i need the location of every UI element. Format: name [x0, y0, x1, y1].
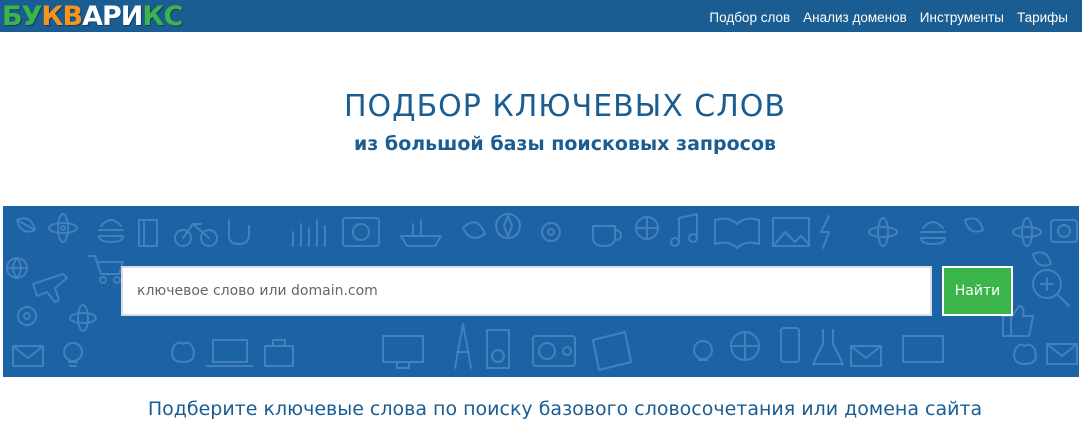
nav-link-domain-analysis[interactable]: Анализ доменов — [803, 10, 907, 25]
globe-icon — [6, 257, 28, 279]
logo-letter: Р — [102, 1, 122, 32]
search-band: Найти — [3, 206, 1079, 377]
chart-icon — [292, 219, 326, 247]
search-button[interactable]: Найти — [942, 266, 1013, 316]
picture-icon — [772, 217, 810, 247]
magnifier-icon — [1032, 269, 1070, 307]
logo[interactable]: БУКВАРИКС — [2, 0, 183, 34]
leaf-icon — [462, 221, 486, 239]
tower-icon — [454, 323, 472, 369]
atom-icon — [69, 304, 97, 332]
leaf-icon — [1032, 251, 1052, 267]
bulb-icon — [693, 340, 713, 361]
airplane-icon — [32, 273, 68, 303]
monitor-icon — [382, 335, 424, 369]
logo-letter: И — [120, 1, 144, 32]
burger-icon — [98, 219, 124, 243]
leaf-icon — [16, 217, 36, 233]
basketball-icon — [635, 216, 659, 240]
book-icon — [714, 217, 760, 249]
logo-letter: К — [142, 1, 164, 32]
ship-icon — [400, 219, 442, 247]
logo-letter: А — [82, 1, 103, 32]
top-navbar: БУКВАРИКС Подбор слов Анализ доменов Инс… — [0, 0, 1082, 35]
apple-icon — [1013, 343, 1037, 365]
gear-icon — [17, 306, 37, 326]
flask-icon — [812, 329, 844, 365]
logo-letter: Б — [2, 1, 23, 32]
leaf-icon — [964, 217, 984, 233]
fan-icon — [730, 331, 760, 361]
envelope-icon — [12, 345, 44, 367]
page-subtitle: из большой базы поисковых запросов — [353, 133, 777, 155]
logo-letter: У — [21, 1, 43, 32]
apple-icon — [171, 341, 195, 363]
gear-icon — [541, 222, 561, 242]
tv-icon — [902, 335, 944, 363]
compass-icon — [495, 213, 521, 239]
nav-link-keyword-selection[interactable]: Подбор слов — [709, 10, 790, 25]
book-icon — [592, 331, 632, 371]
camera-icon — [1050, 219, 1078, 243]
book-icon — [138, 219, 158, 247]
atom-icon — [48, 213, 78, 243]
envelope-icon — [850, 345, 882, 367]
cart-icon — [88, 255, 124, 284]
page-title: ПОДБОР КЛЮЧЕВЫХ СЛОВ — [343, 89, 787, 124]
hand-icon — [228, 219, 250, 245]
atom-icon — [1012, 217, 1042, 247]
envelope-icon — [1046, 343, 1078, 365]
camera-icon — [342, 217, 380, 247]
music-note-icon — [670, 213, 698, 247]
description-caption: Подберите ключевые слова по поиску базов… — [147, 398, 983, 420]
nav-link-tools[interactable]: Инструменты — [920, 10, 1004, 25]
nav-link-pricing[interactable]: Тарифы — [1017, 10, 1068, 25]
logo-letter: В — [62, 1, 84, 32]
radio-icon — [532, 335, 576, 367]
search-input[interactable] — [121, 266, 932, 316]
bolt-icon — [820, 215, 830, 249]
laptop-icon — [206, 339, 254, 367]
bicycle-icon — [174, 223, 218, 247]
bulb-icon — [63, 342, 83, 367]
logo-letter: С — [163, 1, 183, 32]
logo-letter: К — [41, 1, 63, 32]
burger-icon — [920, 221, 946, 245]
phone-icon — [780, 327, 800, 363]
briefcase-icon — [264, 339, 294, 367]
speaker-icon — [486, 329, 510, 369]
coffee-icon — [592, 225, 622, 247]
atom-icon — [868, 217, 898, 247]
main-nav: Подбор слов Анализ доменов Инструменты Т… — [709, 0, 1068, 35]
